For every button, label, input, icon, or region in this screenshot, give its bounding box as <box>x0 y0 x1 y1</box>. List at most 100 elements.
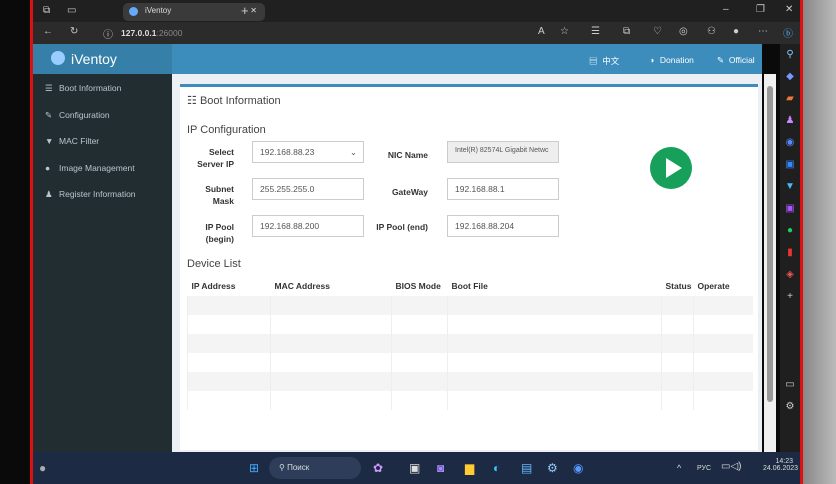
app-icon[interactable]: ◉ <box>573 461 583 475</box>
close-tab-icon[interactable]: ✕ <box>250 6 257 15</box>
gateway-label: GateWay <box>391 187 428 197</box>
store-icon[interactable]: ▤ <box>521 461 532 475</box>
column-bios-mode[interactable]: BIOS Mode <box>392 276 448 296</box>
time: 14:23 <box>775 458 793 465</box>
chat-icon[interactable]: ◙ <box>437 461 444 475</box>
link-icon: ✎ <box>717 55 725 65</box>
extension-icon[interactable]: ◎ <box>679 26 688 37</box>
column-ip-address[interactable]: IP Address <box>188 276 271 296</box>
favorites-icon[interactable]: ☰ <box>591 26 600 37</box>
read-aloud-icon[interactable]: A <box>538 26 545 37</box>
search-label: Поиск <box>287 463 310 472</box>
add-icon[interactable]: + <box>780 286 800 308</box>
column-boot-file[interactable]: Boot File <box>448 276 662 296</box>
favorite-icon[interactable]: ☆ <box>560 26 569 37</box>
subnet-mask-input[interactable]: 255.255.255.0 <box>252 178 364 200</box>
outlook-icon[interactable]: ▣ <box>780 154 800 176</box>
app-icon[interactable]: ◈ <box>780 264 800 286</box>
sidebar-item-label: MAC Filter <box>59 136 100 146</box>
list-icon: ☷ <box>187 95 197 107</box>
ip-pool-end-input[interactable]: 192.168.88.204 <box>447 215 559 237</box>
list-icon: ☰ <box>45 83 53 93</box>
spotify-icon[interactable]: ● <box>780 220 800 242</box>
collections-icon[interactable]: ⧉ <box>623 26 630 37</box>
onenote-icon[interactable]: ▣ <box>780 198 800 220</box>
tab-actions-icon[interactable]: ▭ <box>67 5 76 16</box>
scrollbar-thumb[interactable] <box>767 86 773 402</box>
settings-icon[interactable]: ⚙ <box>547 461 558 475</box>
minimize-icon[interactable]: – <box>723 4 729 15</box>
games-icon[interactable]: ♟ <box>780 110 800 132</box>
sidebar-item-label: Register Information <box>59 189 136 199</box>
start-service-button[interactable] <box>650 147 692 189</box>
sidebar-item-configuration[interactable]: ✎ Configuration <box>33 101 172 128</box>
ip-pool-begin-input[interactable]: 192.168.88.200 <box>252 215 364 237</box>
page-scrollbar[interactable] <box>764 74 776 452</box>
column-status[interactable]: Status <box>662 276 694 296</box>
disc-icon: ● <box>45 162 51 173</box>
language-link[interactable]: ▤ 中文 <box>589 55 619 67</box>
taskbar-search[interactable]: ⚲ Поиск <box>269 457 361 479</box>
clock[interactable]: 14:23 24.06.2023 <box>763 458 798 472</box>
tray-expand-icon[interactable]: ^ <box>677 463 681 473</box>
server-ip-select[interactable]: 192.168.88.23 ⌄ <box>252 141 364 163</box>
task-view-icon[interactable]: ▣ <box>409 461 420 475</box>
subnet-mask-label: Subnet Mask <box>205 184 234 206</box>
back-icon[interactable]: ← <box>43 26 53 37</box>
copilot-icon[interactable]: ◉ <box>780 132 800 154</box>
device-table: IP Address MAC Address BIOS Mode Boot Fi… <box>187 276 753 410</box>
more-icon[interactable]: ⋯ <box>758 26 768 37</box>
boot-information-panel: ☷ Boot Information IP Configuration Sele… <box>180 84 758 450</box>
gateway-input[interactable]: 192.168.88.1 <box>447 178 559 200</box>
close-window-icon[interactable]: ✕ <box>785 4 793 15</box>
url-field[interactable]: 127.0.0.1:26000 <box>121 28 182 38</box>
network-volume-icon[interactable]: ▭◁) <box>721 461 741 472</box>
chevron-down-icon: ⌄ <box>349 147 357 157</box>
extensions-icon[interactable]: ⚇ <box>707 26 716 37</box>
new-tab-icon[interactable]: + <box>241 3 249 18</box>
explorer-icon[interactable]: ▆ <box>465 461 474 475</box>
tools-icon[interactable]: ▰ <box>780 88 800 110</box>
desktop-border <box>800 0 803 484</box>
info-icon: ⓘ <box>103 30 113 41</box>
health-icon[interactable]: ♡ <box>653 26 662 37</box>
telegram-icon[interactable]: ▼ <box>780 176 800 198</box>
office-icon[interactable]: ▮ <box>780 242 800 264</box>
nic-name-label: NIC Name <box>387 150 428 160</box>
settings-icon[interactable]: ⚙ <box>780 396 800 418</box>
ip-configuration-heading: IP Configuration <box>187 124 266 136</box>
bing-icon[interactable]: ⓑ <box>783 25 793 40</box>
sidebar-item-image-management[interactable]: ● Image Management <box>33 154 172 181</box>
ip-pool-begin-label: IP Pool (begin) <box>205 222 234 244</box>
official-link[interactable]: ✎ Official <box>717 55 755 66</box>
widgets-icon[interactable]: ● <box>39 461 46 475</box>
donation-link[interactable]: ◗ Donation <box>650 55 694 65</box>
column-operate[interactable]: Operate <box>694 276 754 296</box>
restore-icon[interactable]: ❐ <box>756 4 765 15</box>
search-icon[interactable]: ⚲ <box>780 44 800 66</box>
sidebar-item-boot-information[interactable]: ☰ Boot Information <box>33 74 172 101</box>
donation-label: Donation <box>659 55 694 65</box>
table-row <box>187 296 753 315</box>
sidebar-item-label: Configuration <box>59 109 110 120</box>
address-bar: ← ↻ ⓘ 127.0.0.1:26000 A ☆ ☰ ⧉ ♡ ◎ ⚇ ● ⋯ … <box>33 22 800 44</box>
start-icon[interactable]: ⊞ <box>249 461 259 475</box>
table-row <box>187 353 753 372</box>
column-mac-address[interactable]: MAC Address <box>271 276 392 296</box>
table-row <box>187 391 753 410</box>
refresh-icon[interactable]: ↻ <box>70 26 78 37</box>
profile-icon[interactable]: ● <box>733 26 739 37</box>
sidebar-item-label: Image Management <box>59 162 135 173</box>
tab-title: iVentoy <box>145 6 172 15</box>
edge-icon[interactable]: ◐ <box>493 461 500 475</box>
panel-title: ☷ Boot Information <box>187 95 281 107</box>
server-ip-label: Select Server IP <box>197 147 234 169</box>
input-language[interactable]: РУС <box>697 465 711 472</box>
sidebar-toggle-icon[interactable]: ▭ <box>780 374 800 396</box>
shopping-icon[interactable]: ◆ <box>780 66 800 88</box>
desktop-background <box>803 0 836 484</box>
sidebar-item-mac-filter[interactable]: ▼ MAC Filter <box>33 127 172 154</box>
workspaces-icon[interactable]: ⧉ <box>43 5 50 16</box>
sidebar-item-register-information[interactable]: ♟ Register Information <box>33 180 172 207</box>
app-logo[interactable]: iVentoy <box>33 44 172 74</box>
